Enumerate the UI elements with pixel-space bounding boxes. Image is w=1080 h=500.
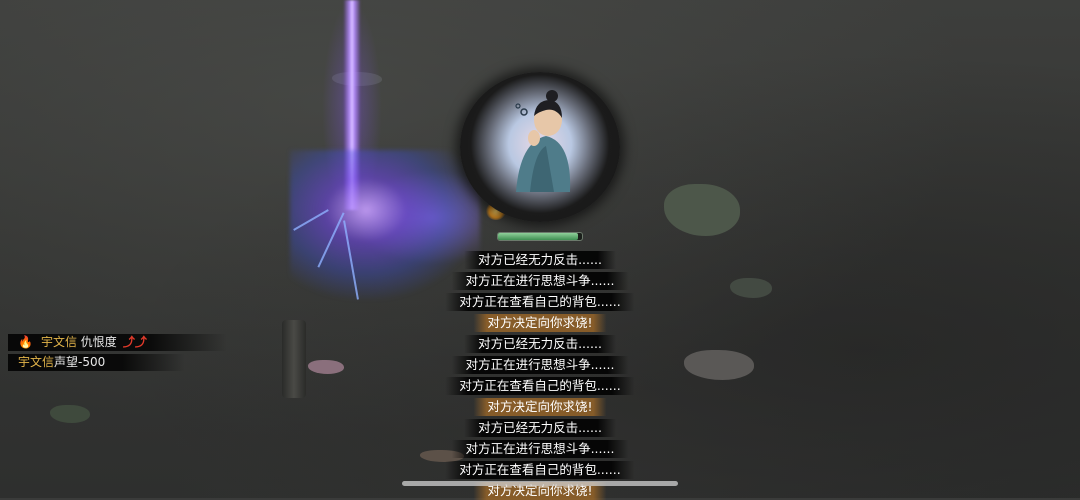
rock-decoration (308, 360, 344, 374)
rock-decoration (730, 278, 772, 298)
combat-message: 对方正在查看自己的背包...... (445, 293, 635, 311)
combat-message-beg: 对方决定向你求饶! (473, 398, 607, 416)
combat-message: 对方已经无力反击...... (464, 335, 616, 353)
opponent-health-fill (498, 233, 578, 240)
opponent-portrait (460, 72, 620, 222)
character-name: 宇文信 (40, 335, 77, 349)
hatred-up-arrows-icon: ⤴⤴ (122, 335, 147, 349)
opponent-health-bar (497, 232, 583, 241)
combat-message: 对方正在进行思想斗争...... (451, 440, 629, 458)
reputation-change: 声望-500 (54, 355, 106, 369)
hatred-label: 仇恨度 (80, 335, 117, 349)
rock-decoration (50, 405, 90, 423)
combat-message: 对方正在查看自己的背包...... (445, 377, 635, 395)
combat-message: 对方正在进行思想斗争...... (451, 356, 629, 374)
home-indicator[interactable] (402, 481, 678, 486)
combat-message-beg: 对方决定向你求饶! (473, 314, 607, 332)
hatred-log-entry: 🔥 宇文信 仇恨度 ⤴⤴ (8, 334, 227, 351)
fire-icon: 🔥 (18, 335, 33, 349)
stone-pillar (282, 320, 306, 398)
combat-message: 对方已经无力反击...... (464, 419, 616, 437)
character-name: 宇文信 (18, 355, 55, 369)
opponent-character-art (515, 90, 571, 192)
reputation-log-entry: 宇文信声望-500 (8, 354, 186, 371)
combat-message: 对方正在查看自己的背包...... (445, 461, 635, 479)
combat-message: 对方正在进行思想斗争...... (451, 272, 629, 290)
combat-message: 对方已经无力反击...... (464, 251, 616, 269)
